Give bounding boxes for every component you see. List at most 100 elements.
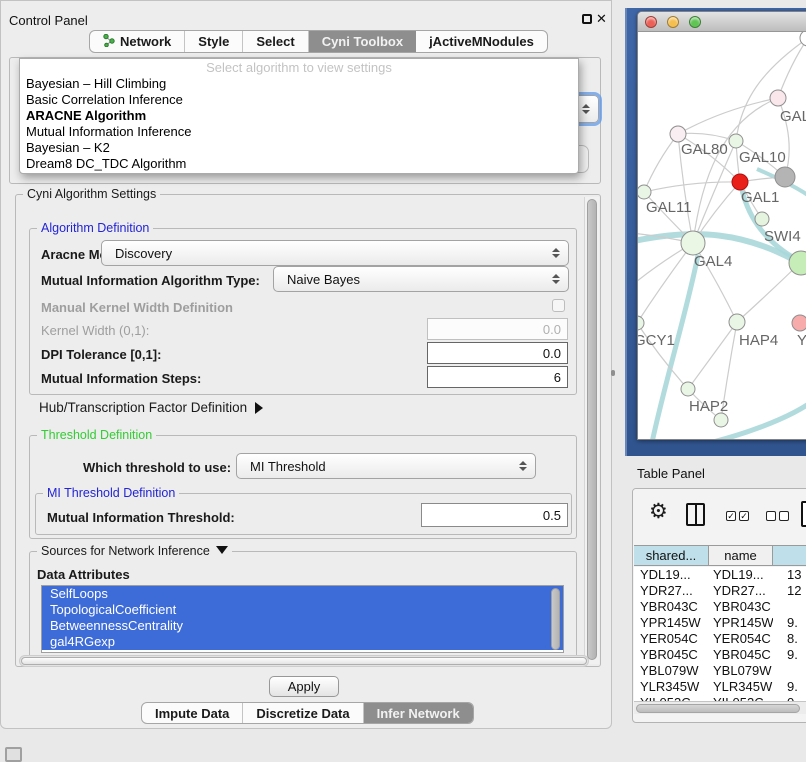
table-hscrollbar-track[interactable]	[634, 701, 806, 714]
gear-icon[interactable]: ⚙	[649, 499, 668, 524]
table-row[interactable]: YPR145WYPR145W9.	[634, 615, 806, 631]
network-node-gal4[interactable]	[681, 231, 705, 255]
table-hscrollbar-thumb[interactable]	[636, 704, 800, 713]
network-node-gal80[interactable]	[670, 126, 686, 142]
network-node-gal[interactable]	[770, 90, 786, 106]
deselect-all-icon[interactable]	[766, 511, 789, 521]
tab-network[interactable]: Network	[90, 31, 185, 52]
attribute-item[interactable]: TopologicalCoefficient	[42, 602, 563, 618]
select-all-icon[interactable]: ✓ ✓	[726, 511, 749, 521]
cyni-settings-legend: Cyni Algorithm Settings	[23, 187, 160, 201]
table-row[interactable]: YLR345WYLR345W9.	[634, 679, 806, 695]
algorithm-option[interactable]: Bayesian – K2	[20, 140, 578, 156]
tab-infer-network-label: Infer Network	[377, 706, 460, 721]
close-icon[interactable]: ✕	[596, 11, 607, 27]
tab-style[interactable]: Style	[185, 31, 243, 52]
attributes-scrollbar-thumb[interactable]	[551, 588, 560, 650]
tab-impute-data[interactable]: Impute Data	[142, 703, 243, 723]
column-header-cut[interactable]	[773, 546, 806, 565]
algorithm-option[interactable]: Basic Correlation Inference	[20, 92, 578, 108]
kernel-width-field[interactable]: 0.0	[427, 318, 568, 340]
node-label: GAL11	[646, 199, 692, 216]
algorithm-option[interactable]: ARACNE Algorithm	[20, 108, 578, 124]
settings-hscrollbar-track[interactable]	[19, 655, 589, 667]
zoom-traffic-light-icon[interactable]	[689, 16, 701, 28]
mi-steps-label: Mutual Information Steps:	[41, 371, 201, 386]
network-graph: GALGAL80GAL10GAL1GAL11SWI4GAL4GCY1HAP4YH…	[638, 32, 806, 440]
settings-hscrollbar-thumb[interactable]	[21, 657, 587, 665]
column-view-icon[interactable]	[686, 503, 705, 526]
which-threshold-combo[interactable]: MI Threshold	[236, 453, 536, 479]
table-row[interactable]: YER054CYER054C8.	[634, 631, 806, 647]
network-node-hap4[interactable]	[729, 314, 745, 330]
table-row[interactable]: YBR045CYBR045C9.	[634, 647, 806, 663]
float-window-icon[interactable]	[582, 14, 592, 24]
column-header-name[interactable]: name	[709, 546, 773, 565]
table-body: YDL19...YDL19...13YDR27...YDR27...12YBR0…	[634, 567, 806, 701]
network-window-titlebar[interactable]	[638, 12, 806, 32]
algorithm-option[interactable]: Dream8 DC_TDC Algorithm	[20, 156, 578, 172]
network-node-y[interactable]	[792, 315, 806, 331]
minimize-traffic-light-icon[interactable]	[667, 16, 679, 28]
tab-discretize-data[interactable]: Discretize Data	[243, 703, 363, 723]
minimized-panel-icon[interactable]	[5, 747, 22, 762]
algorithm-option[interactable]: Bayesian – Hill Climbing	[20, 76, 578, 92]
tab-infer-network[interactable]: Infer Network	[364, 703, 473, 723]
settings-scrollbar-track[interactable]	[584, 197, 599, 664]
table-row[interactable]: YBR043CYBR043C	[634, 599, 806, 615]
table-cell: YBR045C	[709, 647, 773, 663]
table-panel: ⚙ ✓ ✓ shared... name YDL19...YDL19...13Y…	[632, 488, 806, 723]
network-node-gal11[interactable]	[638, 185, 651, 199]
hub-definition-toggle[interactable]: Hub/Transcription Factor Definition	[39, 400, 263, 415]
table-cell: 9.	[773, 647, 806, 663]
panel-divider-handle[interactable]	[611, 370, 615, 376]
mi-algorithm-type-label: Mutual Information Algorithm Type:	[41, 273, 260, 288]
algorithm-definition-legend: Algorithm Definition	[37, 221, 153, 235]
tab-cyni-toolbox[interactable]: Cyni Toolbox	[309, 31, 416, 52]
attribute-item[interactable]: gal4RGexp	[42, 634, 563, 650]
settings-scrollbar-thumb[interactable]	[587, 199, 597, 660]
table-cell: YDL19...	[709, 567, 773, 583]
mi-steps-field[interactable]: 6	[427, 366, 568, 388]
attribute-item[interactable]: SelfLoops	[42, 586, 563, 602]
table-row[interactable]: YBL079WYBL079W	[634, 663, 806, 679]
attribute-item[interactable]: BetweennessCentrality	[42, 618, 563, 634]
table-cell: YPR145W	[634, 615, 709, 631]
mi-algorithm-type-combo[interactable]: Naive Bayes	[273, 266, 569, 292]
close-traffic-light-icon[interactable]	[645, 16, 657, 28]
apply-button[interactable]: Apply	[269, 676, 339, 697]
table-cell: YBR043C	[709, 599, 773, 615]
tab-style-label: Style	[198, 34, 229, 49]
node-label: GCY1	[638, 332, 675, 349]
dpi-tolerance-field[interactable]: 0.0	[427, 342, 568, 364]
aracne-mode-combo[interactable]: Discovery	[101, 240, 569, 266]
network-node-gal10[interactable]	[729, 134, 743, 148]
threshold-definition-legend: Threshold Definition	[37, 428, 156, 442]
data-attributes-list[interactable]: SelfLoopsTopologicalCoefficientBetweenne…	[41, 585, 564, 653]
file-icon[interactable]	[801, 501, 806, 527]
network-node[interactable]	[800, 32, 806, 46]
node-label: GAL	[780, 108, 806, 125]
algorithm-option[interactable]: Mutual Information Inference	[20, 124, 578, 140]
node-label: HAP2	[689, 398, 728, 415]
node-label: GAL4	[694, 253, 732, 270]
table-row[interactable]: YDL19...YDL19...13	[634, 567, 806, 583]
network-node-gcy1[interactable]	[638, 316, 644, 330]
tab-jactivemnodules[interactable]: jActiveMNodules	[416, 31, 547, 52]
network-edge	[644, 182, 740, 192]
network-node-hap2[interactable]	[681, 382, 695, 396]
data-attributes-label: Data Attributes	[37, 567, 130, 582]
sources-legend[interactable]: Sources for Network Inference	[37, 544, 232, 558]
network-node-gal1[interactable]	[732, 174, 748, 190]
network-icon	[103, 34, 115, 50]
manual-kernel-width-checkbox[interactable]	[552, 299, 565, 312]
combo-spinner-icon	[519, 461, 527, 471]
table-row[interactable]: YDR27...YDR27...12	[634, 583, 806, 599]
column-header-shared-name[interactable]: shared...	[634, 546, 709, 565]
network-canvas[interactable]: GALGAL80GAL10GAL1GAL11SWI4GAL4GCY1HAP4YH…	[638, 32, 806, 440]
network-node-swi4[interactable]	[755, 212, 769, 226]
network-node[interactable]	[714, 413, 728, 427]
network-node[interactable]	[775, 167, 795, 187]
mi-threshold-field[interactable]: 0.5	[421, 503, 568, 527]
tab-select[interactable]: Select	[243, 31, 308, 52]
